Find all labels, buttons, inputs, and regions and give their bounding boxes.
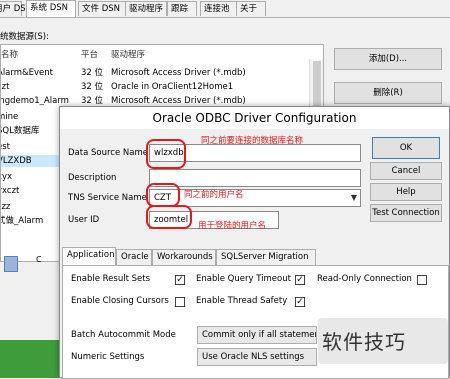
cancel-button[interactable]: Cancel — [370, 162, 442, 180]
data-source-name-label: Data Source Name — [68, 148, 148, 158]
read-only-connection-label: Read-Only Connection — [317, 274, 412, 284]
row-name: mine — [1, 112, 19, 122]
dialog-title: Oracle ODBC Driver Configuration — [60, 107, 449, 129]
row-name: Alarm&Event — [0, 68, 53, 78]
dsn-annotation: 同之前要连接的数据库名称 — [201, 136, 304, 146]
user-id-annotation: 用于登陆的用户名 — [198, 221, 267, 231]
tab-tracing[interactable]: 跟踪 — [167, 1, 197, 16]
tab-about[interactable]: 关于 — [236, 1, 266, 16]
enable-closing-cursors-checkbox[interactable] — [175, 297, 185, 307]
row-name: yxczt — [1, 186, 20, 196]
row-platform: 32 位 — [81, 82, 104, 92]
enable-thread-safety-checkbox[interactable]: ✓ — [295, 297, 305, 307]
row-platform: 32 位 — [81, 68, 104, 78]
chevron-down-icon[interactable]: ▼ — [351, 190, 357, 206]
row-name: 式做_Alarm — [0, 216, 44, 226]
row-name: xyx — [1, 172, 13, 182]
description-field[interactable] — [149, 169, 361, 187]
tab-connection-pooling[interactable]: 连接池 — [200, 1, 238, 16]
row-name: VLZXDB — [0, 156, 32, 166]
desktop-background-strip — [0, 340, 62, 378]
info-text: C — [36, 255, 42, 264]
admin-tab-bar: 用户 DSN 系统 DSN 文件 DSN 驱动程序 跟踪 连接池 关于 — [0, 0, 450, 18]
tns-annotation: 同之前的用户名 — [184, 190, 244, 200]
description-label: Description — [68, 173, 117, 183]
batch-autocommit-label: Batch Autocommit Mode — [71, 330, 176, 340]
system-data-sources-label: 统数据源(S): — [0, 32, 49, 42]
tns-service-name-label: TNS Service Name — [68, 193, 147, 203]
row-name: SQL数据库 — [0, 126, 40, 136]
row-name: czt — [1, 82, 10, 92]
column-header-name[interactable]: 名称 — [1, 48, 18, 60]
test-connection-button[interactable]: Test Connection — [370, 204, 442, 222]
tab-sqlserver-migration[interactable]: SQLServer Migration — [216, 249, 316, 265]
tab-user-dsn[interactable]: 用户 DSN — [0, 1, 32, 16]
tab-oracle[interactable]: Oracle — [116, 249, 152, 265]
read-only-connection-checkbox[interactable] — [417, 275, 427, 285]
numeric-settings-select[interactable]: Use Oracle NLS settings — [197, 348, 317, 366]
ok-button[interactable]: OK — [372, 137, 440, 159]
row-name: est — [1, 142, 10, 152]
tab-system-dsn[interactable]: 系统 DSN — [26, 0, 76, 17]
odbc-info-icon — [4, 256, 18, 272]
table-row-selected[interactable]: VLZXDB — [1, 155, 59, 167]
enable-thread-safety-label: Enable Thread Safety — [196, 296, 288, 306]
enable-query-timeout-checkbox[interactable]: ✓ — [295, 275, 305, 285]
tab-drivers[interactable]: 驱动程序 — [125, 1, 167, 16]
tab-workarounds[interactable]: Workarounds — [152, 249, 216, 265]
tab-application[interactable]: Application — [62, 247, 116, 266]
enable-closing-cursors-label: Enable Closing Cursors — [71, 296, 169, 306]
row-driver: Microsoft Access Driver (*.mdb) — [111, 68, 246, 78]
help-button[interactable]: Help — [370, 183, 442, 201]
row-name: zzz — [1, 202, 11, 212]
remove-button[interactable]: 删除(R) — [334, 82, 442, 104]
tns-highlight-circle — [146, 183, 180, 207]
column-header-platform[interactable]: 平台 — [81, 48, 98, 60]
watermark-text: 软件技巧 — [322, 330, 406, 354]
config-tab-bar: Application Oracle Workarounds SQLServer… — [60, 247, 450, 266]
enable-query-timeout-label: Enable Query Timeout — [196, 274, 291, 284]
user-id-highlight-circle — [146, 205, 192, 229]
column-header-driver[interactable]: 驱动程序 — [111, 48, 145, 60]
numeric-settings-label: Numeric Settings — [71, 352, 145, 362]
dsn-highlight-circle — [146, 139, 186, 169]
tab-file-dsn[interactable]: 文件 DSN — [78, 1, 126, 16]
add-button[interactable]: 添加(D)... — [334, 48, 442, 70]
row-driver: Oracle in OraClient12Home1 — [111, 82, 234, 92]
batch-autocommit-select[interactable]: Commit only if all statement — [197, 326, 317, 344]
enable-result-sets-label: Enable Result Sets — [71, 274, 151, 284]
user-id-label: User ID — [68, 215, 100, 225]
enable-result-sets-checkbox[interactable]: ✓ — [175, 275, 185, 285]
